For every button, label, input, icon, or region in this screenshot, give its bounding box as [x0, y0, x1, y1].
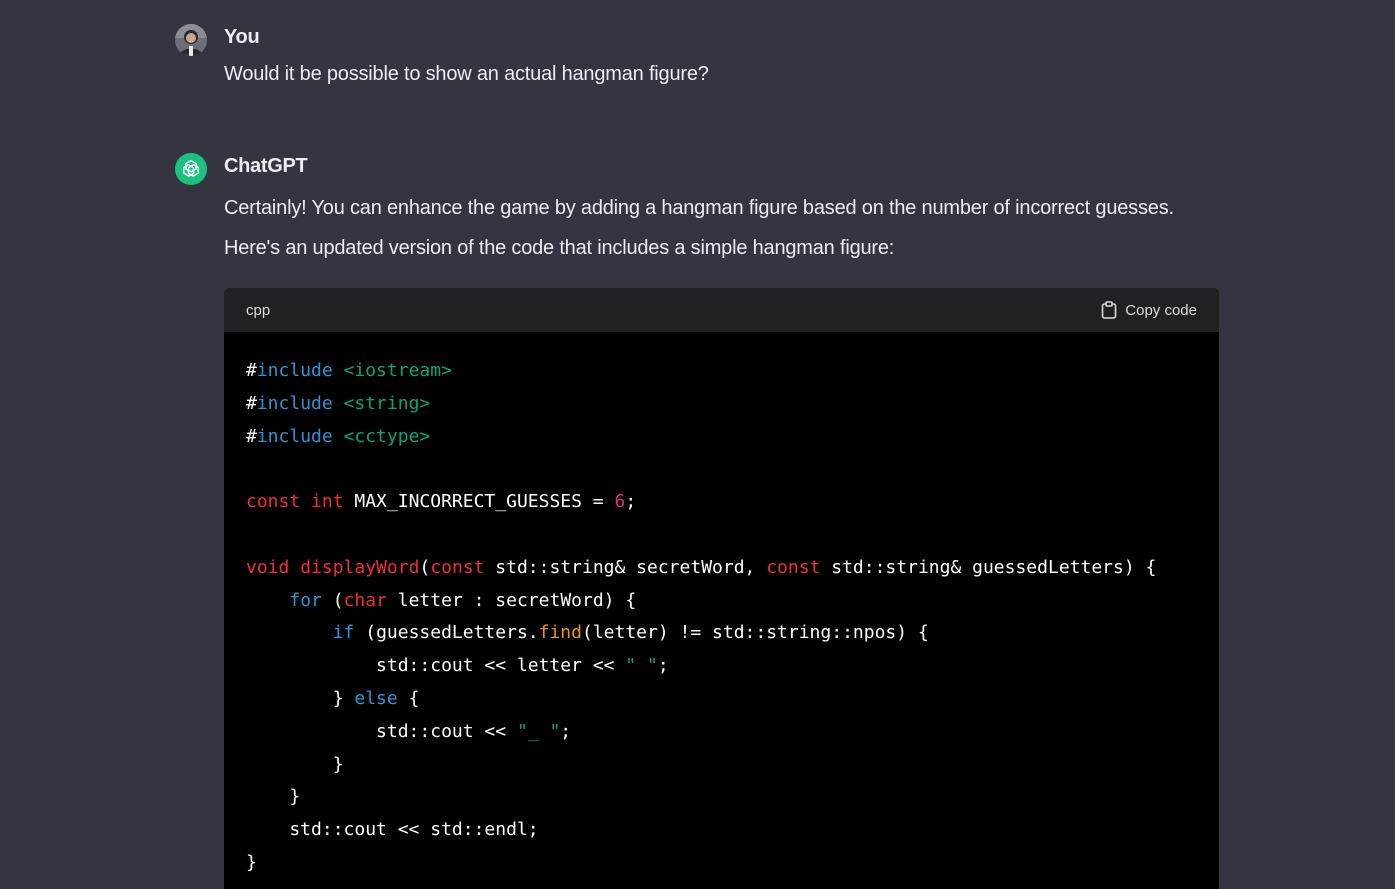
code-line: std::cout << letter << " ";: [246, 650, 1197, 683]
code-token: #: [246, 425, 257, 447]
code-line: #include <string>: [246, 388, 1197, 421]
code-token: include: [256, 360, 333, 381]
code-token: displayWord: [300, 556, 420, 578]
user-message-text: Would it be possible to show an actual h…: [224, 63, 709, 85]
code-token: #: [246, 392, 257, 414]
code-line: const int MAX_INCORRECT_GUESSES = 6;: [246, 486, 1197, 519]
code-block: cpp Copy code #include <iostream> #includ…: [224, 288, 1219, 889]
code-line: std::cout << std::endl;: [246, 814, 1197, 847]
code-token: "_ ": [516, 720, 561, 742]
code-line: for (char letter : secretWord) {: [246, 585, 1197, 618]
code-token: (: [321, 589, 344, 611]
code-body: #include <iostream> #include <string> #inc…: [224, 332, 1219, 889]
code-token: 6: [614, 491, 626, 513]
code-token: <iostream>: [343, 360, 452, 381]
code-token: }: [246, 786, 301, 808]
code-token: std::string& secretWord,: [484, 556, 767, 578]
code-token: void: [246, 556, 290, 578]
code-token: include: [256, 425, 333, 447]
user-avatar-photo-icon: [175, 24, 207, 56]
chat-page: You Would it be possible to show an actu…: [0, 0, 1395, 889]
clipboard-icon: [1101, 301, 1117, 319]
code-token: std::cout <<: [246, 720, 517, 742]
user-avatar: [175, 24, 207, 56]
copy-code-button[interactable]: Copy code: [1101, 301, 1197, 319]
code-token: {: [397, 687, 420, 709]
copy-code-label: Copy code: [1125, 301, 1197, 319]
code-token: for: [289, 589, 322, 611]
assistant-message-text: Certainly! You can enhance the game by a…: [224, 197, 1174, 259]
code-block-header: cpp Copy code: [224, 288, 1219, 332]
assistant-avatar: [175, 153, 207, 185]
code-token: include: [256, 392, 333, 414]
code-token: std::string& guessedLetters) {: [820, 556, 1157, 578]
code-token: }: [246, 753, 344, 775]
code-line: #include <cctype>: [246, 421, 1197, 454]
code-token: const: [430, 556, 485, 578]
code-line: }: [246, 749, 1197, 782]
code-token: char: [343, 589, 387, 611]
code-token: ;: [625, 491, 637, 513]
code-token: }: [246, 851, 257, 873]
code-token: }: [246, 687, 355, 709]
code-token: int: [311, 491, 344, 513]
code-line: }: [246, 781, 1197, 814]
code-token: ;: [657, 655, 669, 677]
code-token: const: [766, 556, 821, 578]
code-token: <string>: [343, 392, 431, 414]
code-language-label: cpp: [246, 301, 271, 319]
code-token: letter : secretWord) {: [386, 589, 637, 611]
code-line: }: [246, 847, 1197, 880]
code-token: else: [354, 687, 398, 709]
code-token: (: [419, 556, 431, 578]
code-token: const: [246, 491, 301, 513]
code-line: #include <iostream>: [246, 355, 1197, 388]
code-token: " ": [625, 655, 658, 677]
code-token: (letter) != std::string::npos) {: [581, 622, 929, 644]
code-line: std::cout << "_ ";: [246, 716, 1197, 749]
code-token: if: [332, 622, 355, 644]
code-line: } else {: [246, 683, 1197, 716]
code-token: std::cout << letter <<: [246, 655, 626, 677]
code-token: MAX_INCORRECT_GUESSES =: [343, 491, 615, 513]
code-token: std::cout << std::endl;: [246, 819, 539, 841]
code-token: ;: [560, 720, 572, 742]
user-author-name: You: [224, 26, 260, 48]
assistant-author-name: ChatGPT: [224, 155, 308, 177]
code-token: (guessedLetters.: [354, 622, 539, 644]
code-token: #: [246, 360, 257, 381]
code-token: find: [538, 622, 582, 644]
code-line: void displayWord(const std::string& secr…: [246, 552, 1197, 585]
code-line: if (guessedLetters.find(letter) != std::…: [246, 617, 1197, 650]
openai-logo-icon: [183, 160, 199, 177]
code-token: <cctype>: [343, 425, 431, 447]
